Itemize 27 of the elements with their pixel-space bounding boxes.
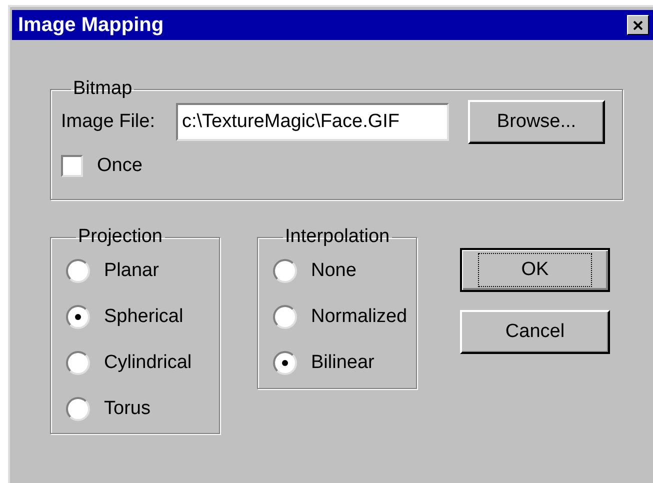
radio-label: None bbox=[311, 258, 356, 283]
radio-button[interactable] bbox=[273, 259, 297, 283]
radio-button[interactable] bbox=[66, 259, 90, 283]
group-label: Bitmap bbox=[72, 78, 134, 100]
radio-label: Normalized bbox=[311, 304, 408, 329]
radio-button[interactable] bbox=[66, 397, 90, 421]
radio-label: Planar bbox=[104, 258, 159, 283]
radio-button[interactable] bbox=[66, 351, 90, 375]
radio-label: Cylindrical bbox=[104, 350, 192, 375]
radio-label: Spherical bbox=[104, 304, 184, 329]
dialog-button[interactable]: OK bbox=[460, 248, 610, 292]
group-label: Projection bbox=[77, 226, 164, 248]
radio-label: Bilinear bbox=[311, 350, 374, 375]
checkbox[interactable] bbox=[61, 155, 83, 178]
group-label: Interpolation bbox=[284, 226, 391, 248]
window-title: Image Mapping bbox=[18, 13, 164, 38]
field-label: Image File: bbox=[61, 110, 156, 134]
browse-button[interactable]: Browse... bbox=[468, 100, 605, 144]
checkbox-label: Once bbox=[97, 154, 142, 178]
close-button[interactable] bbox=[627, 15, 649, 35]
dialog-button[interactable]: Cancel bbox=[460, 310, 610, 354]
radio-button[interactable] bbox=[66, 305, 90, 329]
close-icon bbox=[633, 20, 643, 30]
radio-label: Torus bbox=[104, 396, 150, 421]
radio-button[interactable] bbox=[273, 305, 297, 329]
image-file-field[interactable]: c:\TextureMagic\Face.GIF bbox=[176, 103, 449, 141]
radio-button[interactable] bbox=[273, 351, 297, 375]
